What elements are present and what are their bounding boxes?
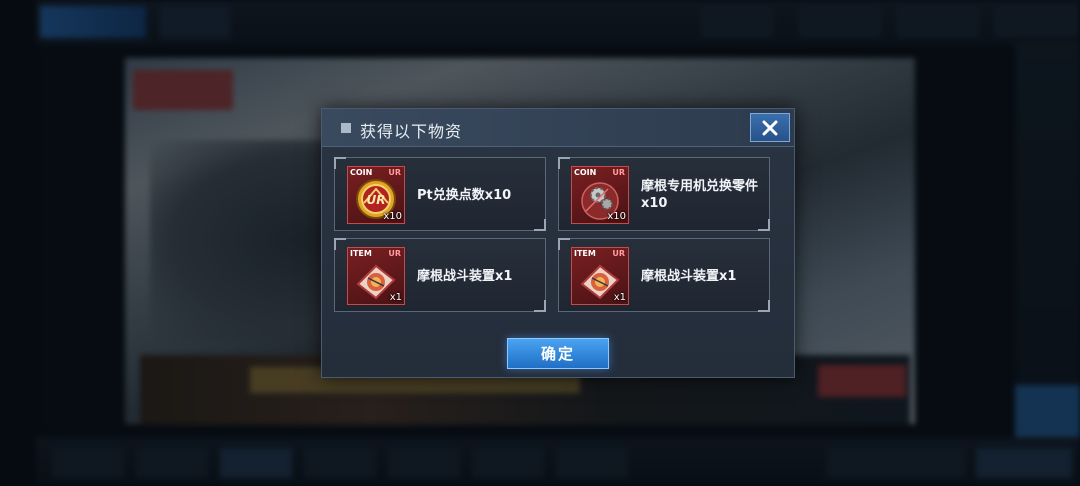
svg-text:UR: UR — [367, 193, 386, 207]
reward-item-card[interactable]: ITEM UR x1 摩根战斗装置x1 — [558, 238, 770, 312]
item-rarity-tag: UR — [612, 249, 625, 258]
dialog-title: 获得以下物资 — [360, 122, 463, 141]
reward-item-card[interactable]: COIN UR x10 摩根专用机兑换零件x10 — [558, 157, 770, 231]
confirm-button[interactable]: 确定 — [507, 338, 609, 369]
close-icon — [762, 120, 778, 135]
reward-item-icon-frame: COIN UR UR x10 — [347, 166, 405, 224]
item-rarity-tag: UR — [388, 168, 401, 177]
item-quantity: x10 — [383, 211, 402, 222]
reward-item-name: Pt兑换点数x10 — [417, 187, 512, 203]
reward-item-icon-frame: COIN UR x10 — [571, 166, 629, 224]
item-rarity-tag: UR — [612, 168, 625, 177]
reward-item-card[interactable]: ITEM UR x1 摩根战斗装置x1 — [334, 238, 546, 312]
close-button[interactable] — [750, 113, 790, 142]
reward-dialog: 获得以下物资 COIN UR UR x10 Pt兑换点数x10 COIN UR — [321, 108, 795, 378]
item-quantity: x10 — [607, 211, 626, 222]
item-type-tag: COIN — [574, 168, 597, 177]
item-type-tag: COIN — [350, 168, 373, 177]
reward-item-name: 摩根专用机兑换零件x10 — [641, 179, 759, 211]
reward-item-name: 摩根战斗装置x1 — [641, 268, 737, 284]
dialog-header: 获得以下物资 — [322, 109, 794, 147]
item-rarity-tag: UR — [388, 249, 401, 258]
reward-item-name: 摩根战斗装置x1 — [417, 268, 513, 284]
reward-item-card[interactable]: COIN UR UR x10 Pt兑换点数x10 — [334, 157, 546, 231]
reward-item-icon-frame: ITEM UR x1 — [571, 247, 629, 305]
reward-item-icon-frame: ITEM UR x1 — [347, 247, 405, 305]
title-marker-icon — [341, 123, 351, 133]
item-quantity: x1 — [389, 292, 402, 303]
item-type-tag: ITEM — [574, 249, 596, 258]
item-type-tag: ITEM — [350, 249, 372, 258]
item-quantity: x1 — [613, 292, 626, 303]
